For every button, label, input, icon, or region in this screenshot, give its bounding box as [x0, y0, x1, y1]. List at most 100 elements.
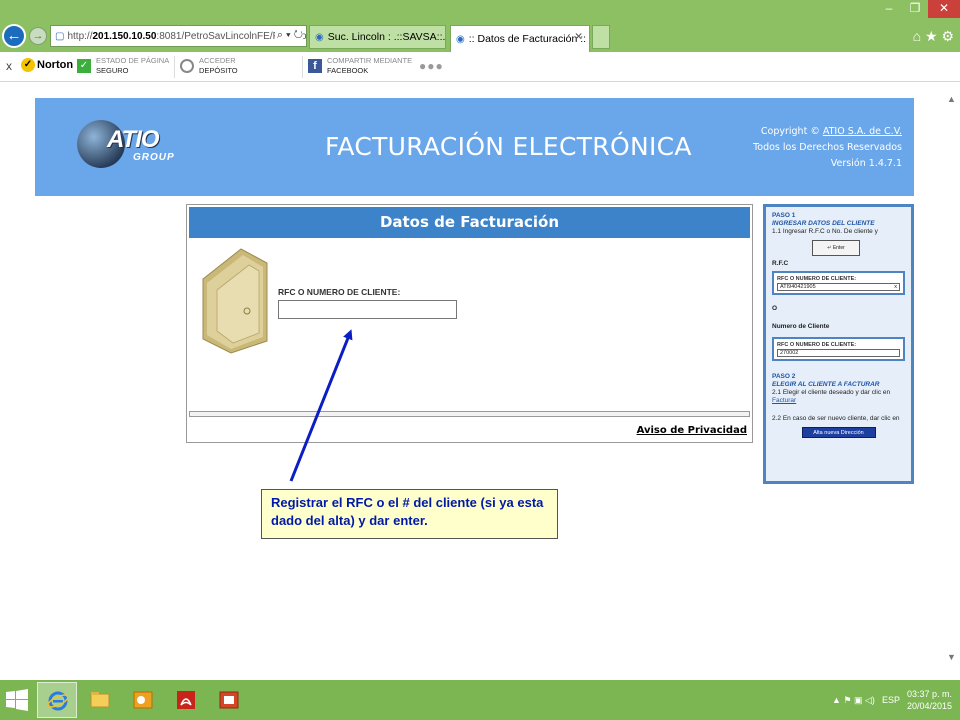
arrow-left-icon: ← — [6, 27, 22, 44]
billing-form: Datos de Facturación RFC O NUMERO DE CLI… — [186, 204, 753, 443]
more-options-icon[interactable]: ●●● — [419, 59, 444, 73]
clock-date: 20/04/2015 — [906, 701, 952, 711]
back-button[interactable]: ← — [2, 24, 26, 48]
url-host: 201.150.10.50 — [92, 30, 157, 42]
powerpoint-icon — [219, 691, 239, 709]
example-rfc-value: ATI940421905 x — [777, 283, 900, 291]
new-address-example-button: Alta nueva Dirección — [801, 427, 876, 438]
toolbar-divider — [174, 56, 175, 78]
tab-label: :: Datos de Facturación :: — [468, 33, 587, 45]
rights-text: Todos los Derechos Reservados — [753, 142, 902, 153]
taskbar-internet-explorer[interactable] — [37, 682, 77, 718]
folder-icon — [202, 248, 268, 354]
logo-group: GROUP — [133, 152, 175, 163]
version-text: Versión 1.4.7.1 — [830, 158, 902, 169]
vault-icon — [180, 59, 194, 73]
copyright-block: Copyright © ATIO S.A. de C.V. Todos los … — [753, 124, 902, 172]
form-divider — [189, 411, 750, 417]
toolbar-close-button[interactable]: x — [6, 59, 12, 73]
page-status-caption: ESTADO DE PÁGINA — [96, 56, 170, 65]
instruction-callout: Registrar el RFC o el # del cliente (si … — [261, 489, 558, 539]
scroll-down-icon[interactable]: ▼ — [947, 652, 956, 662]
facturar-link: Facturar — [772, 397, 797, 404]
clock-time: 03:37 p. m. — [906, 689, 952, 699]
step2-title: ELEGIR AL CLIENTE A FACTURAR — [772, 381, 880, 388]
example-box-label: RFC O NUMERO DE CLIENTE: — [777, 276, 857, 282]
client-number-heading: Numero de Cliente — [772, 323, 830, 330]
tray-icons[interactable]: ▲ ⚑ ▣ ◁) — [832, 695, 875, 706]
norton-check-icon: ✓ — [21, 58, 35, 72]
address-bar[interactable]: ▢ http:// 201.150.10.50 :8081/PetroSavLi… — [50, 25, 307, 47]
site-icon: ◉ — [315, 31, 324, 43]
clock[interactable]: 03:37 p. m. 20/04/2015 — [907, 688, 952, 712]
language-indicator[interactable]: ESP — [882, 695, 900, 705]
vault-value: DEPÓSITO — [199, 66, 238, 75]
forward-button[interactable]: → — [29, 27, 47, 45]
norton-logo[interactable]: ✓ Norton — [21, 58, 73, 72]
tab-label: Suc. Lincoln : .::SAVSA::. — [327, 31, 446, 43]
example-client-box: RFC O NUMERO DE CLIENTE: 270002 — [772, 337, 905, 361]
privacy-notice-link[interactable]: Aviso de Privacidad — [637, 425, 747, 436]
windows-start-icon[interactable] — [6, 689, 28, 711]
close-button[interactable]: ✕ — [928, 0, 960, 18]
folder-icon — [90, 692, 110, 708]
tab-datos-facturacion[interactable]: ◉ :: Datos de Facturación :: ✕ — [450, 25, 590, 52]
vault-access-item[interactable]: ACCEDER DEPÓSITO — [180, 56, 238, 76]
checkmark-icon: ✓ — [77, 59, 91, 73]
vault-label: ACCEDER DEPÓSITO — [199, 56, 238, 76]
browser-icons[interactable]: ⌂ ★ ⚙ — [913, 28, 954, 45]
minimize-button[interactable]: – — [876, 0, 902, 18]
tab-close-icon[interactable]: ✕ — [574, 31, 583, 43]
toolbar-divider — [302, 56, 303, 78]
facebook-label: COMPARTIR MEDIANTE FACEBOOK — [327, 56, 412, 76]
norton-brand: Norton — [37, 59, 74, 71]
logo-wordmark: ATIO — [107, 126, 160, 153]
taskbar-powerpoint[interactable] — [209, 682, 249, 718]
facebook-icon: f — [308, 59, 322, 73]
enter-key-icon: ↵ Enter — [812, 240, 860, 256]
taskbar-outlook[interactable] — [123, 682, 163, 718]
step1-title: INGRESAR DATOS DEL CLIENTE — [772, 220, 875, 227]
windows-taskbar: ▲ ⚑ ▣ ◁) ESP 03:37 p. m. 20/04/2015 — [0, 680, 960, 720]
step2-instruction-2: 2.2 En caso de ser nuevo cliente, dar cl… — [772, 415, 900, 422]
clear-icon: x — [894, 284, 897, 290]
ie-page-icon: ◉ — [456, 33, 465, 45]
vault-caption: ACCEDER — [199, 56, 236, 65]
system-tray: ▲ ⚑ ▣ ◁) ESP 03:37 p. m. 20/04/2015 — [832, 688, 952, 712]
example-box-label: RFC O NUMERO DE CLIENTE: — [777, 342, 857, 348]
step2-instruction-1-text: 2.1 Elegir el cliente deseado y dar clic… — [772, 389, 891, 396]
page-title: FACTURACIÓN ELECTRÓNICA — [325, 132, 692, 161]
new-tab-button[interactable] — [592, 25, 610, 49]
step1-heading: PASO 1 — [772, 212, 796, 219]
facebook-value: FACEBOOK — [327, 66, 369, 75]
arrow-right-icon: → — [32, 30, 44, 42]
example-client-value: 270002 — [777, 349, 900, 357]
internet-explorer-icon — [48, 691, 68, 711]
taskbar-acrobat[interactable] — [166, 682, 206, 718]
facebook-caption: COMPARTIR MEDIANTE — [327, 56, 413, 65]
rfc-heading: R.F.C — [772, 260, 789, 267]
window-controls: – ❐ ✕ — [876, 0, 960, 18]
browser-chrome: – ❐ ✕ ← → ▢ http:// 201.150.10.50 :8081/… — [0, 0, 960, 52]
page-scrollbar[interactable]: ▲ ▼ — [944, 84, 960, 684]
step1-instruction: 1.1 Ingresar R.F.C o No. De cliente y — [772, 228, 878, 235]
page-status-value: SEGURO — [96, 66, 129, 75]
copyright-prefix: Copyright © — [760, 126, 820, 137]
facebook-share-item[interactable]: f COMPARTIR MEDIANTE FACEBOOK — [308, 56, 412, 76]
header-banner: ATIO GROUP FACTURACIÓN ELECTRÓNICA Copyr… — [35, 98, 914, 196]
pdf-icon — [177, 691, 195, 709]
restore-button[interactable]: ❐ — [902, 0, 928, 18]
example-rfc-text: ATI940421905 — [780, 284, 816, 290]
norton-toolbar: x ✓ Norton ✓ ESTADO DE PÁGINA SEGURO ACC… — [0, 52, 960, 82]
taskbar-file-explorer[interactable] — [80, 682, 120, 718]
step2-heading: PASO 2 — [772, 373, 796, 380]
tab-suc-lincoln[interactable]: ◉ Suc. Lincoln : .::SAVSA::. — [309, 25, 446, 49]
outlook-icon — [133, 691, 153, 709]
address-actions[interactable]: ⌕ ▾ ↻ — [274, 29, 303, 42]
page-status-item[interactable]: ✓ ESTADO DE PÁGINA SEGURO — [77, 56, 169, 76]
example-rfc-box: RFC O NUMERO DE CLIENTE: ATI940421905 x — [772, 271, 905, 295]
company-link[interactable]: ATIO S.A. de C.V. — [823, 126, 902, 137]
scroll-up-icon[interactable]: ▲ — [947, 94, 956, 104]
rfc-input[interactable] — [278, 300, 457, 319]
or-separator: O — [772, 305, 778, 312]
